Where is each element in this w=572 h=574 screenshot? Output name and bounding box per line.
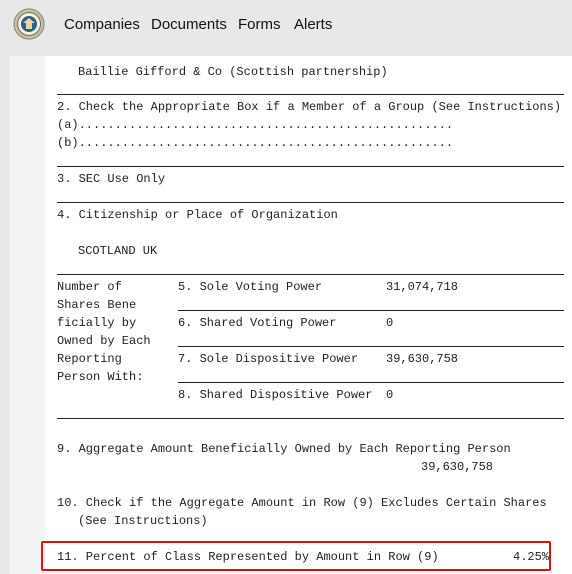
nav-documents[interactable]: Documents [151,16,227,34]
row4-value: SCOTLAND UK [78,244,158,258]
row9-value: 39,630,758 [421,460,494,474]
row3-label: 3. SEC Use Only [57,172,166,186]
section-divider [57,166,564,167]
row4-label: 4. Citizenship or Place of Organization [57,208,338,222]
shared-voting-power-label: 6. Shared Voting Power [178,316,337,330]
top-nav-bar: Companies Documents Forms Alerts [0,0,572,56]
section-divider [57,94,564,95]
sole-voting-power-label: 5. Sole Voting Power [178,280,323,294]
shared-voting-power-value: 0 [386,316,394,330]
section-divider [57,274,564,275]
sole-dispositive-power-value: 39,630,758 [386,352,459,366]
shares-label-line: Shares Bene [57,298,137,312]
row2-option-b: (b).....................................… [57,136,454,150]
nav-forms[interactable]: Forms [238,16,281,34]
sole-voting-power-value: 31,074,718 [386,280,459,294]
shares-label-line: Owned by Each [57,334,151,348]
reporting-person-name: Baillie Gifford & Co (Scottish partnersh… [78,65,388,79]
shares-label-line: Reporting [57,352,122,366]
shares-label-line: ficially by [57,316,137,330]
row-divider [178,346,564,347]
row-divider [178,310,564,311]
row9-label: 9. Aggregate Amount Beneficially Owned b… [57,442,511,456]
row2-label: 2. Check the Appropriate Box if a Member… [57,100,562,114]
row10-label-continued: (See Instructions) [78,514,208,528]
row10-label: 10. Check if the Aggregate Amount in Row… [57,496,547,510]
shared-dispositive-power-value: 0 [386,388,394,402]
row-divider [178,382,564,383]
agency-seal-icon[interactable] [13,8,45,40]
nav-alerts[interactable]: Alerts [294,16,332,34]
shared-dispositive-power-label: 8. Shared Dispositive Power [178,388,373,402]
highlight-box [41,541,551,571]
section-divider [57,418,564,419]
nav-companies[interactable]: Companies [64,16,140,34]
section-divider [57,202,564,203]
left-rail [10,56,45,574]
row2-option-a: (a).....................................… [57,118,454,132]
filing-document: Baillie Gifford & Co (Scottish partnersh… [45,56,572,574]
left-gutter [0,56,10,574]
shares-label-line: Person With: [57,370,144,384]
sole-dispositive-power-label: 7. Sole Dispositive Power [178,352,359,366]
shares-label-line: Number of [57,280,122,294]
